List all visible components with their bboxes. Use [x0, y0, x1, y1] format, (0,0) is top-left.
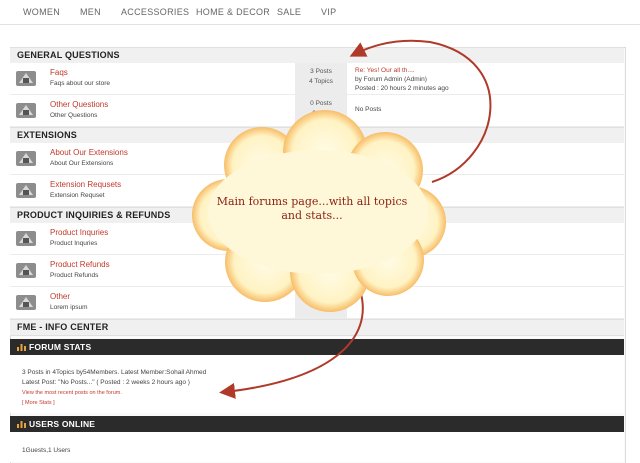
callout-line-1: Main forums page...with all topics: [216, 195, 408, 208]
annotation-overlay: [192, 39, 492, 399]
callout-line-2: and stats...: [281, 209, 343, 222]
callout-text: Main forums page...with all topics and s…: [212, 195, 412, 223]
